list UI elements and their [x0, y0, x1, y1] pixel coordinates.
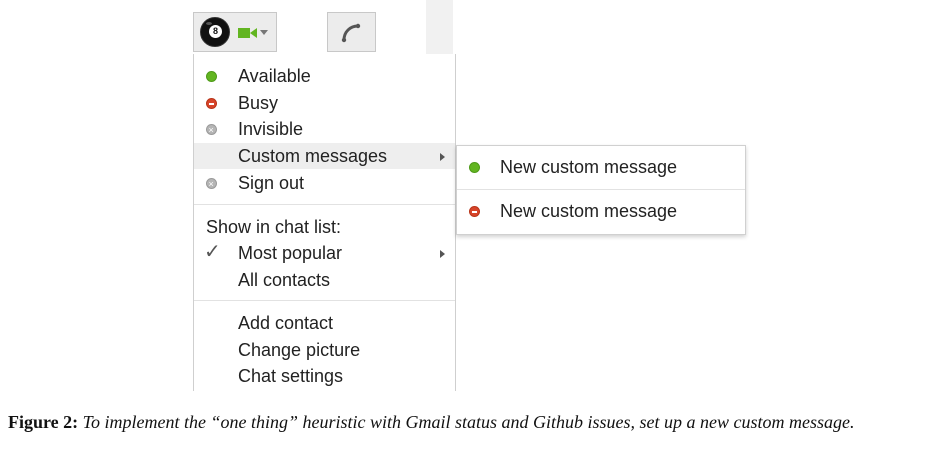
status-avatar-button[interactable]: 8 [193, 12, 277, 52]
avatar-eight-text: 8 [213, 26, 219, 36]
submenu-arrow-icon [440, 250, 445, 258]
menu-item-all-contacts[interactable]: All contacts [194, 267, 455, 293]
figure-caption: Figure 2: To implement the “one thing” h… [8, 410, 928, 434]
custom-messages-submenu: New custom message New custom message [456, 145, 746, 235]
caption-text: To implement the “one thing” heuristic w… [82, 412, 855, 432]
menu-divider [194, 300, 455, 301]
chevron-down-icon [260, 30, 268, 35]
menu-item-add-contact[interactable]: Add contact [194, 310, 455, 336]
menu-item-invisible[interactable]: Invisible [194, 116, 455, 143]
submenu-arrow-icon [440, 153, 445, 161]
red-dot-icon [469, 206, 480, 217]
new-custom-message-busy[interactable]: New custom message [457, 190, 745, 233]
status-dropdown-menu: Available Busy Invisible Custom messages… [193, 54, 456, 391]
chat-list-header: Show in chat list: [206, 217, 342, 237]
menu-item-chat-settings[interactable]: Chat settings [194, 363, 455, 389]
toolbar-divider [426, 0, 453, 55]
menu-item-available[interactable]: Available [194, 63, 455, 89]
video-camera-icon [238, 28, 257, 38]
billiard-ball-avatar-icon: 8 [200, 17, 230, 47]
phone-call-button[interactable] [327, 12, 376, 52]
new-custom-message-available[interactable]: New custom message [457, 146, 745, 189]
checkmark-icon: ✓ [204, 241, 221, 263]
menu-item-busy[interactable]: Busy [194, 90, 455, 116]
menu-item-sign-out[interactable]: Sign out [194, 170, 455, 197]
green-dot-icon [469, 162, 480, 173]
gray-dot-icon [206, 171, 217, 197]
figure-number: Figure 2: [8, 412, 79, 432]
red-dot-icon [206, 98, 217, 109]
menu-item-most-popular[interactable]: ✓ Most popular [194, 240, 455, 266]
menu-divider [194, 204, 455, 205]
phone-icon [341, 23, 361, 43]
gray-dot-icon [206, 117, 217, 143]
menu-item-custom-messages[interactable]: Custom messages [194, 143, 455, 169]
green-dot-icon [206, 71, 217, 82]
menu-item-change-picture[interactable]: Change picture [194, 337, 455, 363]
